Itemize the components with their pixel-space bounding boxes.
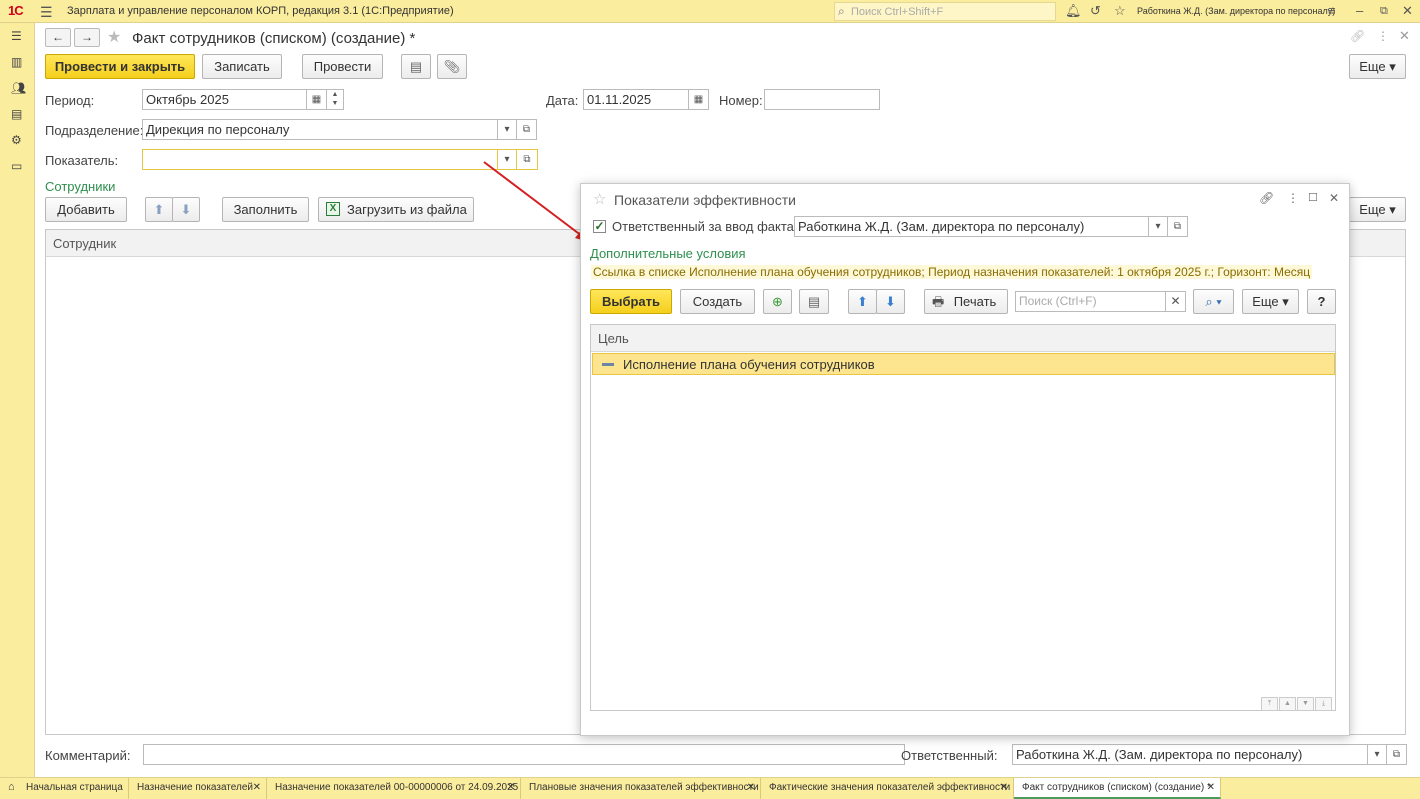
popup-more-label: Еще <box>1252 294 1279 309</box>
popup-move-down-icon[interactable]: ⬇ <box>876 289 905 314</box>
create-button[interactable]: Создать <box>680 289 755 314</box>
tab-actual-values[interactable]: Фактические значения показателей эффекти… <box>761 778 1014 799</box>
popup-close-icon[interactable]: ✕ <box>1329 191 1339 205</box>
popup-more-vertical-icon[interactable]: ⋮ <box>1287 191 1299 205</box>
conditions-title[interactable]: Дополнительные условия <box>590 246 746 261</box>
popup-title: Показатели эффективности <box>614 192 796 208</box>
tab-home[interactable]: ⌂ Начальная страница <box>0 778 129 799</box>
responsible-check-label: Ответственный за ввод факта <box>612 219 794 234</box>
print-button[interactable]: 🖶 Печать <box>924 289 1008 314</box>
close-icon[interactable]: ✕ <box>1207 782 1215 793</box>
tab-assignment[interactable]: Назначение показателей ✕ <box>129 778 267 799</box>
popup-more-button[interactable]: Еще ▾ <box>1242 289 1299 314</box>
close-icon[interactable]: ✕ <box>747 782 755 793</box>
close-icon[interactable]: ✕ <box>253 782 261 793</box>
help-button[interactable]: ? <box>1307 289 1336 314</box>
popup-responsible-field[interactable]: Работкина Ж.Д. (Зам. директора по персон… <box>794 216 1149 237</box>
tab-planned-values[interactable]: Плановые значения показателей эффективно… <box>521 778 761 799</box>
tab-label: Назначение показателей 00-00000006 от 24… <box>275 782 519 793</box>
responsible-checkbox[interactable]: ✓ <box>593 220 606 233</box>
tab-label: Назначение показателей <box>137 782 253 793</box>
close-icon[interactable]: ✕ <box>1000 782 1008 793</box>
print-label: Печать <box>953 294 997 309</box>
tab-label: Плановые значения показателей эффективно… <box>529 782 759 793</box>
popup-report-icon[interactable]: ▤ <box>799 289 829 314</box>
popup-favorite-star-icon[interactable]: ☆ <box>593 190 606 208</box>
copy-add-icon[interactable]: ⊕ <box>763 289 792 314</box>
table-row[interactable]: Исполнение плана обучения сотрудников <box>592 353 1335 375</box>
goal-column-header[interactable]: Цель <box>591 325 1335 352</box>
indicators-popup: ☆ Показатели эффективности 🔗︎ ⋮ ☐ ✕ ✓ От… <box>580 183 1350 736</box>
scroll-down-icon[interactable]: ▼ <box>1297 697 1314 711</box>
scroll-top-icon[interactable]: ⤒ <box>1261 697 1278 711</box>
scroll-bottom-icon[interactable]: ⤓ <box>1315 697 1332 711</box>
open-windows-bar: ⌂ Начальная страница Назначение показате… <box>0 777 1420 799</box>
table-scroll-controls[interactable]: ⤒ ▲ ▼ ⤓ <box>1260 693 1332 711</box>
goals-table[interactable]: Цель Исполнение плана обучения сотрудник… <box>590 324 1336 711</box>
home-icon: ⌂ <box>8 781 15 793</box>
close-icon[interactable]: ✕ <box>507 782 515 793</box>
search-options-icon[interactable]: ⌕ ▾ <box>1193 289 1234 314</box>
popup-search-input[interactable]: Поиск (Ctrl+F) <box>1015 291 1166 312</box>
popup-responsible-chevron-icon[interactable]: ▾ <box>1148 216 1168 237</box>
group-item-icon <box>602 363 614 366</box>
popup-link-icon[interactable]: 🔗︎ <box>1259 191 1274 205</box>
clear-search-icon[interactable]: ✕ <box>1165 291 1186 312</box>
tab-label: Факт сотрудников (списком) (создание) * <box>1022 782 1211 793</box>
select-button[interactable]: Выбрать <box>590 289 672 314</box>
goal-row-text: Исполнение плана обучения сотрудников <box>623 357 875 372</box>
tab-home-label: Начальная страница <box>26 782 123 793</box>
tab-label: Фактические значения показателей эффекти… <box>769 782 1011 793</box>
popup-move-up-icon[interactable]: ⬆ <box>848 289 877 314</box>
printer-icon: 🖶 <box>932 294 945 309</box>
conditions-text: Ссылка в списке Исполнение плана обучени… <box>591 265 1313 279</box>
popup-maximize-icon[interactable]: ☐ <box>1308 191 1318 204</box>
popup-responsible-open-icon[interactable]: ⧉ <box>1167 216 1188 237</box>
tab-assignment-doc[interactable]: Назначение показателей 00-00000006 от 24… <box>267 778 521 799</box>
scroll-up-icon[interactable]: ▲ <box>1279 697 1296 711</box>
tab-employees-fact[interactable]: Факт сотрудников (списком) (создание) * ✕ <box>1014 778 1221 799</box>
